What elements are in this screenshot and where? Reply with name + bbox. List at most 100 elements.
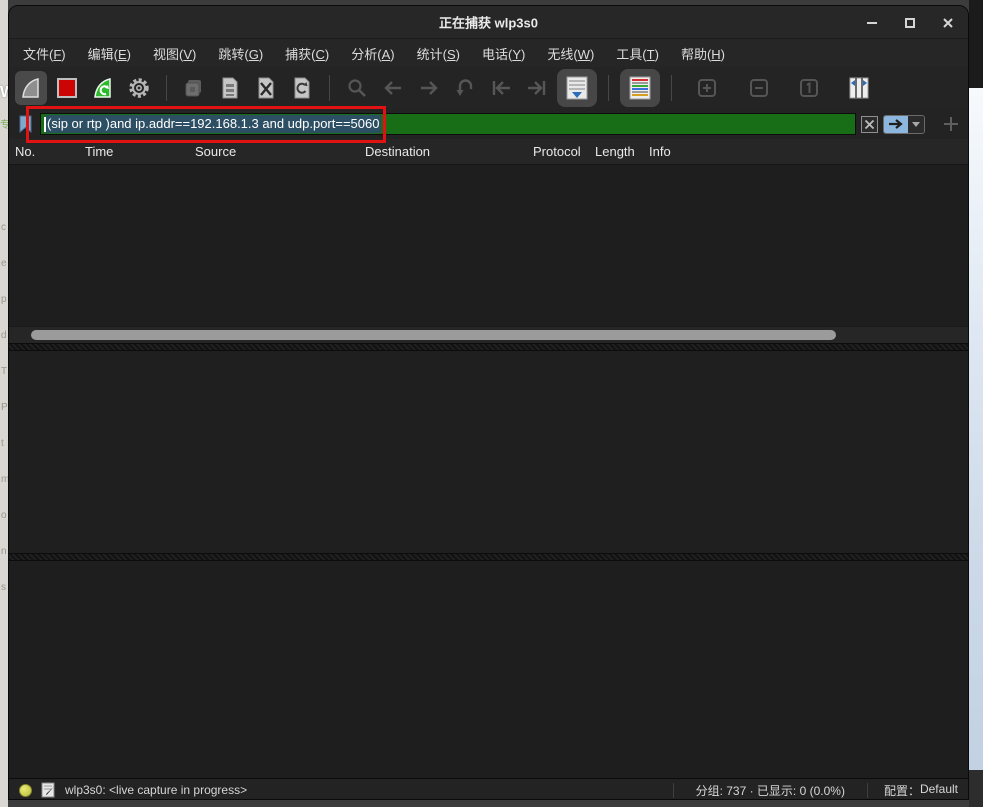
menu-analyze[interactable]: 分析(A) [351,44,394,63]
go-first-packet-icon [489,79,513,97]
colorize-button[interactable] [620,69,660,107]
find-packet-icon [346,77,368,99]
menu-capture[interactable]: 捕获(C) [285,44,329,63]
maximize-icon [905,18,915,28]
column-header-info[interactable]: Info [649,144,671,159]
open-file-icon [182,76,206,100]
zoom-out-button[interactable] [743,71,775,105]
bookmark-icon [18,115,33,133]
menu-tools[interactable]: 工具(T) [616,44,659,63]
add-filter-button[interactable] [942,115,960,133]
go-forward-button[interactable] [413,71,445,105]
desktop-backdrop-right [969,0,983,807]
start-capture-icon [19,76,43,100]
close-icon [942,17,954,29]
expert-info-icon[interactable] [19,784,32,797]
apply-arrow-icon [888,119,904,129]
backdrop-text-fragment: 专 [0,116,8,131]
packet-count-summary: 分组: 737 · 已显示: 0 (0.0%) [674,782,867,799]
close-file-icon [254,76,278,100]
backdrop-text-fragment: cepdTPtmons [1,210,8,606]
filter-bookmark-button[interactable] [15,114,35,134]
pane-splitter-1[interactable] [9,343,968,351]
menu-go[interactable]: 跳转(G) [218,44,263,63]
restart-capture-icon [91,76,115,100]
horizontal-scrollbar-thumb[interactable] [31,330,836,340]
filter-history-dropdown[interactable] [908,116,924,133]
zoom-100-icon [799,78,819,98]
column-header-source[interactable]: Source [195,144,236,159]
open-file-button[interactable] [178,71,210,105]
reload-file-button[interactable] [286,71,318,105]
filter-bar: (sip or rtp )and ip.addr==192.168.1.3 an… [9,109,968,139]
save-file-icon [218,76,242,100]
zoom-100-button[interactable] [793,71,825,105]
column-header-destination[interactable]: Destination [365,144,430,159]
resize-columns-button[interactable] [843,71,875,105]
toolbar-separator [166,75,167,101]
status-bar: wlp3s0: <live capture in progress> 分组: 7… [9,778,968,800]
colorize-icon [628,75,652,101]
capture-options-button[interactable] [123,71,155,105]
go-last-packet-button[interactable] [521,71,553,105]
column-header-time[interactable]: Time [85,144,113,159]
profile-label: 配置： [884,782,920,799]
minimize-button[interactable] [864,15,880,31]
menu-edit[interactable]: 编辑(E) [88,44,131,63]
menu-statistics[interactable]: 统计(S) [417,44,460,63]
menubar: 文件(F) 编辑(E) 视图(V) 跳转(G) 捕获(C) 分析(A) 统计(S… [9,39,968,67]
titlebar[interactable]: 正在捕获 wlp3s0 [9,6,968,39]
minimize-icon [867,22,877,24]
clear-filter-x-icon [864,119,875,130]
menu-wireless[interactable]: 无线(W) [547,44,594,63]
close-button[interactable] [940,15,956,31]
horizontal-scrollbar[interactable] [9,326,968,343]
column-header-no[interactable]: No. [15,144,35,159]
apply-filter-combo [883,115,925,134]
start-capture-button[interactable] [15,71,47,105]
close-file-button[interactable] [250,71,282,105]
packet-bytes-pane[interactable] [9,561,968,778]
toolbar-separator [329,75,330,101]
go-back-button[interactable] [377,71,409,105]
zoom-in-button[interactable] [691,71,723,105]
stop-capture-button[interactable] [51,71,83,105]
go-forward-icon [417,79,441,97]
go-last-packet-icon [525,79,549,97]
maximize-button[interactable] [902,15,918,31]
restart-capture-button[interactable] [87,71,119,105]
packet-list-pane[interactable] [9,165,968,326]
auto-scroll-icon [565,75,589,101]
capture-comment-icon[interactable] [41,782,56,798]
main-toolbar [9,67,968,109]
column-header-length[interactable]: Length [595,144,635,159]
menu-file[interactable]: 文件(F) [23,44,66,63]
menu-view[interactable]: 视图(V) [153,44,196,63]
chevron-down-icon [912,122,920,127]
zoom-out-icon [749,78,769,98]
save-file-button[interactable] [214,71,246,105]
go-first-packet-button[interactable] [485,71,517,105]
auto-scroll-button[interactable] [557,69,597,107]
find-packet-button[interactable] [341,71,373,105]
column-header-protocol[interactable]: Protocol [533,144,581,159]
wireshark-window: 正在捕获 wlp3s0 文件(F) 编辑(E) 视图(V) 跳转(G) 捕获(C… [8,5,969,800]
menu-telephony[interactable]: 电话(Y) [482,44,525,63]
pane-splitter-2[interactable] [9,553,968,561]
apply-filter-button[interactable] [884,116,908,133]
profile-section[interactable]: 配置： Default [868,782,968,799]
display-filter-input[interactable]: (sip or rtp )and ip.addr==192.168.1.3 an… [40,113,856,135]
go-to-packet-icon [454,78,476,98]
reload-file-icon [290,76,314,100]
zoom-in-icon [697,78,717,98]
toolbar-separator [608,75,609,101]
capture-options-gear-icon [127,76,151,100]
packet-details-pane[interactable] [9,351,968,553]
backdrop-text-fragment: W [0,84,8,102]
stop-capture-icon [56,77,78,99]
go-to-packet-button[interactable] [449,71,481,105]
menu-help[interactable]: 帮助(H) [681,44,725,63]
toolbar-separator [671,75,672,101]
go-back-icon [381,79,405,97]
clear-filter-button[interactable] [861,116,878,133]
